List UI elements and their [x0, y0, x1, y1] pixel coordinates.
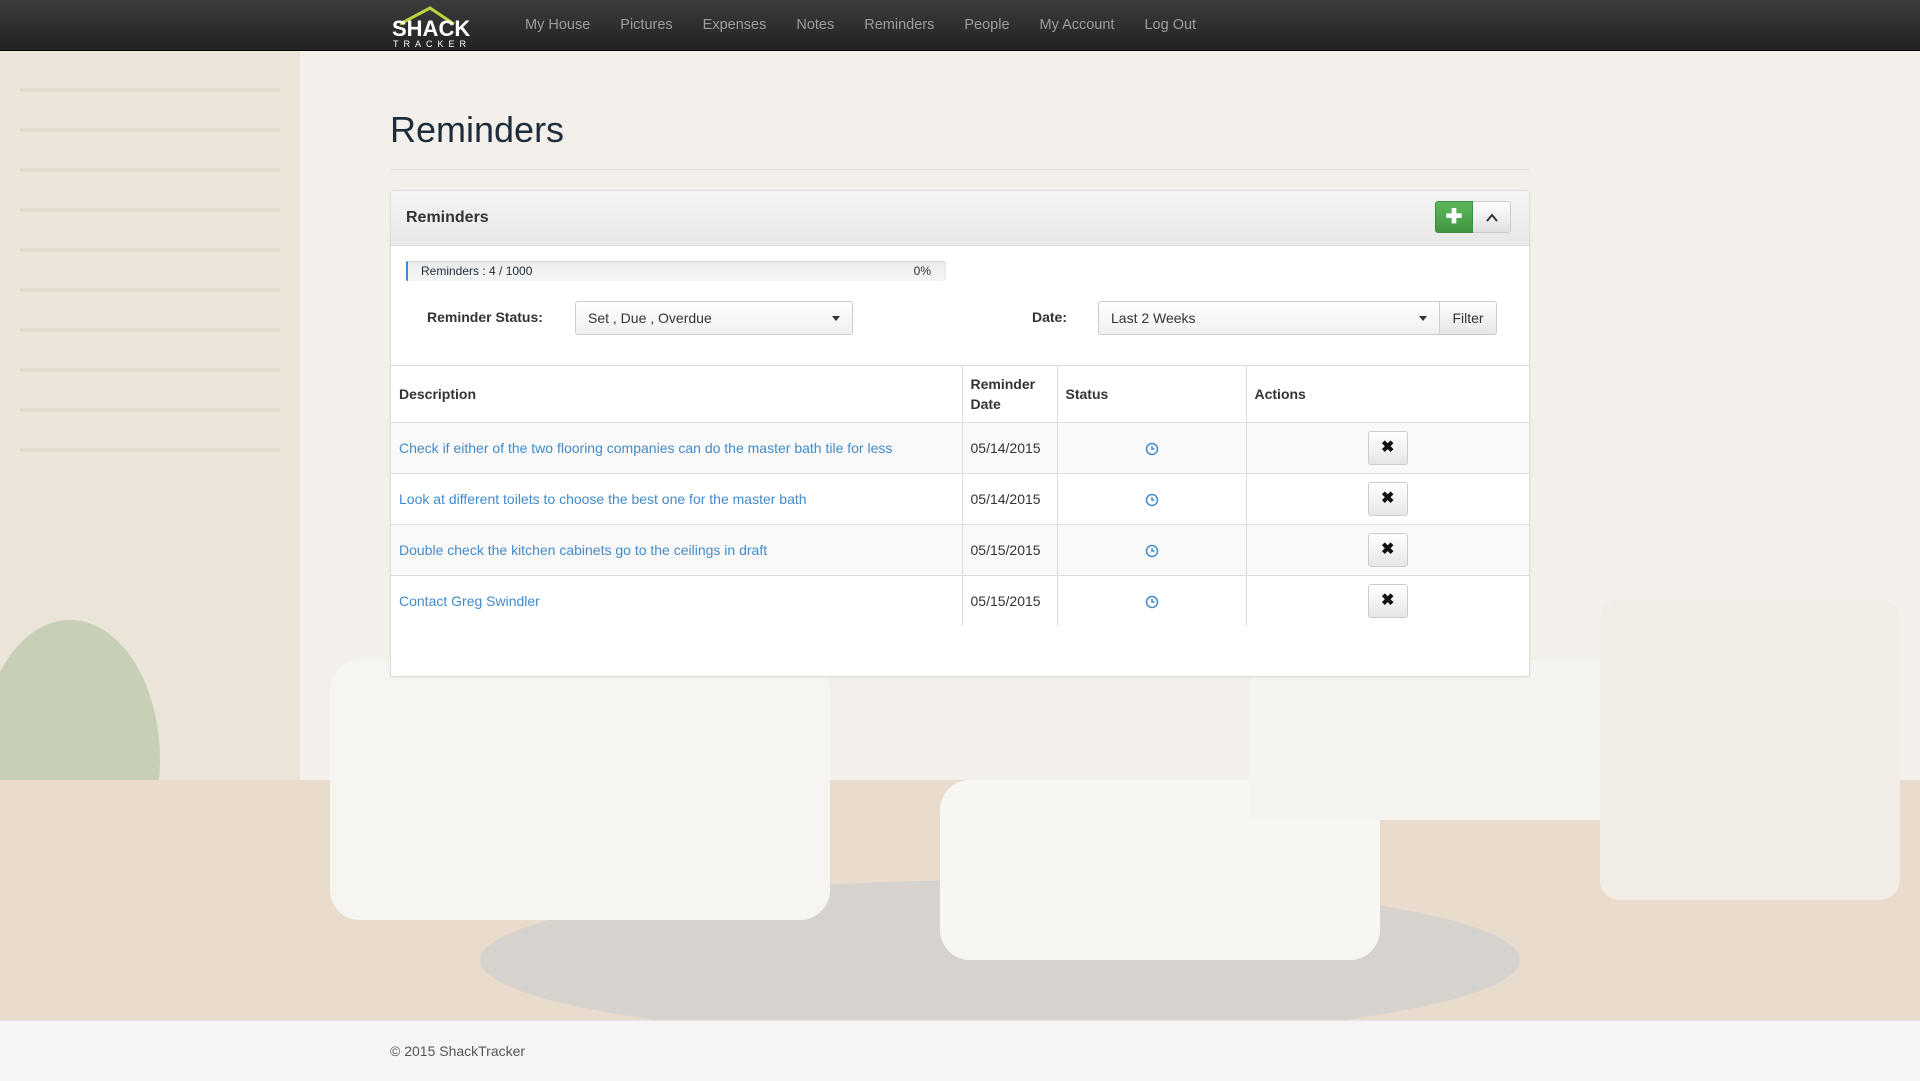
- clock-icon: [1145, 493, 1158, 507]
- progress-label: Reminders : 4 / 1000: [421, 264, 533, 278]
- status-cell: [1057, 422, 1247, 474]
- progress-fill: [406, 261, 409, 281]
- status-cell: [1057, 524, 1247, 576]
- close-icon: ✖: [1381, 490, 1395, 507]
- delete-reminder-button[interactable]: ✖: [1367, 584, 1408, 618]
- close-icon: ✖: [1381, 592, 1395, 609]
- column-header-actions: Actions: [1246, 365, 1529, 423]
- close-icon: ✖: [1381, 439, 1395, 456]
- reminders-panel: Reminders ✚ Reminders : 4 / 1000 0% Remi…: [390, 190, 1530, 677]
- date-range-value: Last 2 Weeks: [1111, 310, 1196, 326]
- panel-title: Reminders: [406, 209, 489, 226]
- chevron-up-icon: [1485, 213, 1498, 222]
- column-header-description[interactable]: Description: [391, 365, 963, 423]
- reminder-description-link[interactable]: Double check the kitchen cabinets go to …: [399, 542, 767, 558]
- collapse-panel-button[interactable]: [1473, 201, 1511, 233]
- caret-down-icon: [1419, 316, 1427, 321]
- status-cell: [1057, 473, 1247, 525]
- reminder-date: 05/15/2015: [962, 575, 1058, 626]
- clock-icon: [1145, 595, 1158, 609]
- nav-pictures[interactable]: Pictures: [605, 0, 687, 50]
- nav-my-account[interactable]: My Account: [1025, 0, 1130, 50]
- reminder-description-link[interactable]: Look at different toilets to choose the …: [399, 491, 807, 507]
- caret-down-icon: [832, 316, 840, 321]
- svg-text:SHACK: SHACK: [392, 16, 470, 41]
- reminder-date: 05/15/2015: [962, 524, 1058, 576]
- table-header-row: Description Reminder Date Status Actions: [391, 365, 1529, 423]
- actions-cell: ✖: [1246, 524, 1529, 576]
- clock-icon: [1145, 544, 1158, 558]
- plus-icon: ✚: [1445, 206, 1463, 228]
- reminder-description-link[interactable]: Contact Greg Swindler: [399, 593, 540, 609]
- table-row: Contact Greg Swindler 05/15/2015 ✖: [391, 575, 1529, 626]
- main-nav: My House Pictures Expenses Notes Reminde…: [510, 0, 1211, 50]
- filter-button[interactable]: Filter: [1440, 301, 1497, 335]
- table-row: Check if either of the two flooring comp…: [391, 422, 1529, 474]
- page-title: Reminders: [390, 109, 565, 150]
- column-header-reminder-date[interactable]: Reminder Date: [962, 365, 1058, 423]
- actions-cell: ✖: [1246, 422, 1529, 474]
- reminder-status-value: Set , Due , Overdue: [588, 310, 712, 326]
- table-row: Look at different toilets to choose the …: [391, 473, 1529, 525]
- nav-my-house[interactable]: My House: [510, 0, 605, 50]
- close-icon: ✖: [1381, 541, 1395, 558]
- date-label: Date:: [1032, 309, 1068, 325]
- page-footer: © 2015 ShackTracker: [0, 1020, 1920, 1081]
- status-cell: [1057, 575, 1247, 626]
- house-logo-icon: SHACK TRACKER: [392, 6, 471, 49]
- nav-expenses[interactable]: Expenses: [688, 0, 782, 50]
- top-navbar: SHACK TRACKER My House Pictures Expenses…: [0, 0, 1920, 51]
- reminders-table: Description Reminder Date Status Actions…: [391, 365, 1529, 626]
- reminder-status-label: Reminder Status:: [427, 309, 543, 325]
- clock-icon: [1145, 442, 1158, 456]
- delete-reminder-button[interactable]: ✖: [1367, 533, 1408, 567]
- actions-cell: ✖: [1246, 575, 1529, 626]
- reminder-description-link[interactable]: Check if either of the two flooring comp…: [399, 440, 892, 456]
- delete-reminder-button[interactable]: ✖: [1367, 431, 1408, 465]
- svg-text:TRACKER: TRACKER: [393, 39, 471, 48]
- nav-notes[interactable]: Notes: [781, 0, 849, 50]
- title-divider: [390, 169, 1530, 170]
- reminder-date: 05/14/2015: [962, 422, 1058, 474]
- reminders-progress-bar: Reminders : 4 / 1000 0%: [406, 261, 946, 281]
- reminder-status-select[interactable]: Set , Due , Overdue: [575, 301, 853, 335]
- date-range-select[interactable]: Last 2 Weeks: [1098, 301, 1440, 335]
- copyright-text: © 2015 ShackTracker: [390, 1043, 526, 1059]
- panel-heading: Reminders ✚: [391, 191, 1529, 246]
- reminder-date: 05/14/2015: [962, 473, 1058, 525]
- shacktracker-logo[interactable]: SHACK TRACKER: [390, 4, 496, 49]
- nav-people[interactable]: People: [949, 0, 1024, 50]
- add-reminder-button[interactable]: ✚: [1435, 201, 1473, 233]
- table-row: Double check the kitchen cabinets go to …: [391, 524, 1529, 576]
- column-header-status[interactable]: Status: [1057, 365, 1247, 423]
- nav-reminders[interactable]: Reminders: [849, 0, 949, 50]
- nav-log-out[interactable]: Log Out: [1129, 0, 1211, 50]
- progress-percent: 0%: [913, 264, 931, 278]
- actions-cell: ✖: [1246, 473, 1529, 525]
- delete-reminder-button[interactable]: ✖: [1367, 482, 1408, 516]
